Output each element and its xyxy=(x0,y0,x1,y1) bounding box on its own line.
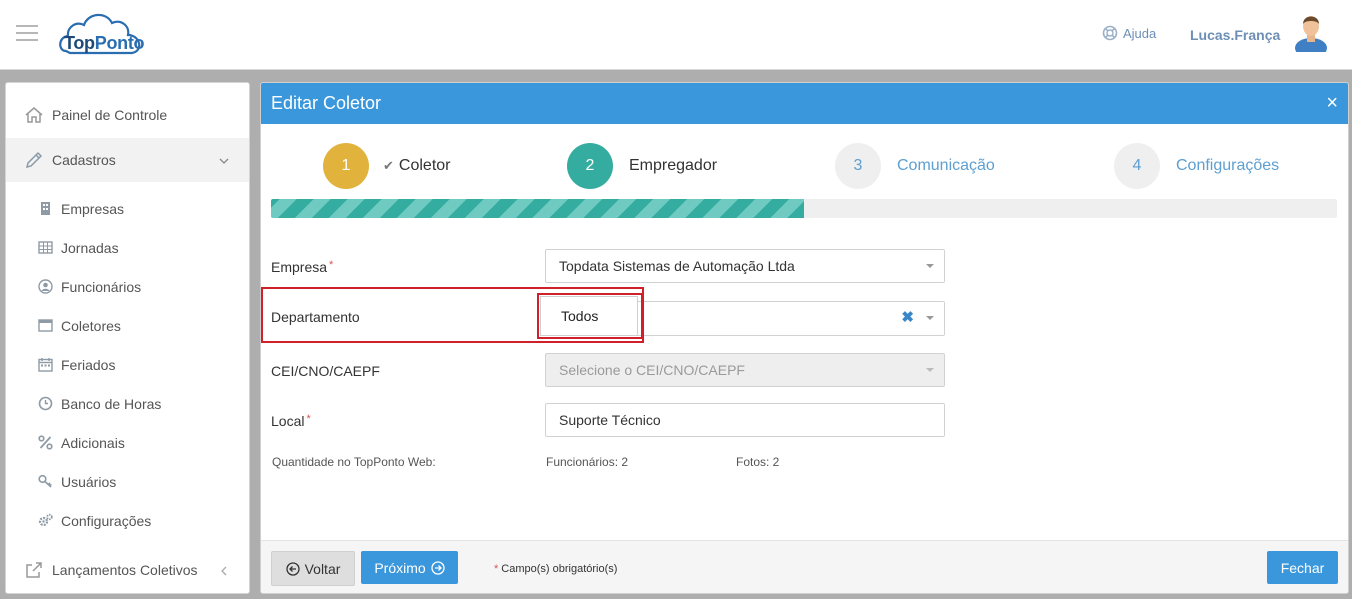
modal-footer: Voltar Próximo * Campo(s) obrigatório(s) … xyxy=(261,540,1348,593)
empresa-value: Topdata Sistemas de Automação Ltda xyxy=(559,258,795,274)
departamento-label: Departamento xyxy=(271,309,360,325)
wizard-progress-bar xyxy=(271,199,1337,218)
sidebar-item-usuarios[interactable]: Usuários xyxy=(6,464,249,500)
close-button[interactable]: Fechar xyxy=(1267,551,1338,584)
sidebar-item-lancamentos-coletivos[interactable]: Lançamentos Coletivos xyxy=(6,548,249,592)
step-label: Comunicação xyxy=(897,157,995,174)
user-circle-icon xyxy=(38,279,53,294)
sidebar-item-label: Lançamentos Coletivos xyxy=(52,562,198,578)
lifebuoy-icon xyxy=(1102,25,1118,41)
step-label: Configurações xyxy=(1176,157,1280,174)
photo-count: Fotos: 2 xyxy=(736,455,780,469)
dropdown-caret-icon xyxy=(926,368,934,372)
required-fields-note: * Campo(s) obrigatório(s) xyxy=(494,563,618,575)
home-icon xyxy=(25,107,43,123)
cei-select[interactable]: Selecione o CEI/CNO/CAEPF xyxy=(545,353,945,387)
gears-icon xyxy=(38,513,53,527)
sidebar-item-label: Empresas xyxy=(61,201,125,217)
step-label: Coletor xyxy=(398,157,451,174)
local-label: Local * xyxy=(271,413,311,429)
step-number: 1 xyxy=(323,143,369,189)
sidebar-item-label: Jornadas xyxy=(61,240,119,256)
employee-count: Funcionários: 2 xyxy=(546,455,629,469)
help-link[interactable]: Ajuda xyxy=(1102,25,1156,41)
sidebar: Painel de Controle Cadastros Empresas Jo… xyxy=(5,82,250,594)
sidebar-item-configuracoes[interactable]: Configurações xyxy=(6,503,249,539)
sidebar-item-banco-de-horas[interactable]: Banco de Horas xyxy=(6,386,249,422)
table-icon xyxy=(38,241,53,254)
sidebar-item-label: Feriados xyxy=(61,357,116,373)
user-avatar-icon[interactable] xyxy=(1293,12,1329,52)
modal-header: Editar Coletor × xyxy=(261,83,1348,124)
edit-collector-modal: Editar Coletor × 1 ✔ Coletor 2 Empregado… xyxy=(260,82,1349,594)
user-name[interactable]: Lucas.França xyxy=(1190,27,1280,43)
departamento-selected-tag[interactable]: Todos xyxy=(540,296,638,336)
key-icon xyxy=(38,474,52,488)
local-value: Suporte Técnico xyxy=(559,412,661,428)
sidebar-item-jornadas[interactable]: Jornadas xyxy=(6,230,249,266)
building-icon xyxy=(41,202,50,215)
close-icon[interactable]: × xyxy=(1326,92,1338,115)
progress-fill xyxy=(271,199,804,218)
step-number: 3 xyxy=(835,143,881,189)
empresa-label: Empresa * xyxy=(271,259,334,275)
sidebar-item-label: Cadastros xyxy=(52,152,116,168)
step-number: 4 xyxy=(1114,143,1160,189)
sidebar-item-label: Coletores xyxy=(61,318,121,334)
sidebar-item-label: Configurações xyxy=(61,513,152,529)
next-button[interactable]: Próximo xyxy=(361,551,458,584)
sidebar-item-feriados[interactable]: Feriados xyxy=(6,347,249,383)
percent-icon xyxy=(38,435,53,450)
sidebar-item-coletores[interactable]: Coletores xyxy=(6,308,249,344)
step-configuracoes[interactable]: 4 Configurações xyxy=(1114,143,1279,189)
sidebar-item-funcionarios[interactable]: Funcionários xyxy=(6,269,249,305)
dropdown-caret-icon xyxy=(926,264,934,268)
quantity-label: Quantidade no TopPonto Web: xyxy=(272,455,436,469)
back-button[interactable]: Voltar xyxy=(271,551,355,586)
step-empregador[interactable]: 2 Empregador xyxy=(567,143,717,189)
dropdown-caret-icon xyxy=(926,316,934,320)
chevron-down-icon xyxy=(219,158,229,164)
empresa-select[interactable]: Topdata Sistemas de Automação Ltda xyxy=(545,249,945,283)
sidebar-item-cadastros[interactable]: Cadastros xyxy=(6,138,249,182)
step-label: Empregador xyxy=(629,157,718,174)
sidebar-item-painel[interactable]: Painel de Controle xyxy=(6,93,249,137)
calendar-icon xyxy=(38,358,53,372)
arrow-right-circle-icon xyxy=(431,560,445,575)
sidebar-item-label: Painel de Controle xyxy=(52,107,168,123)
clock-icon xyxy=(38,396,53,411)
checkmark-icon: ✔ xyxy=(383,158,394,173)
step-comunicacao[interactable]: 3 Comunicação xyxy=(835,143,995,189)
logo-text: TopPonto xyxy=(64,33,145,53)
hamburger-menu-icon[interactable] xyxy=(16,25,38,41)
clear-selection-icon[interactable]: ✖ xyxy=(901,308,914,326)
chevron-left-icon xyxy=(221,566,227,576)
pencil-icon xyxy=(25,151,43,169)
sidebar-item-label: Funcionários xyxy=(61,279,142,295)
arrow-left-circle-icon xyxy=(285,561,300,576)
step-number: 2 xyxy=(567,143,613,189)
modal-title: Editar Coletor xyxy=(271,93,382,113)
sidebar-item-label: Usuários xyxy=(61,474,117,490)
sidebar-item-label: Adicionais xyxy=(61,435,125,451)
sidebar-item-empresas[interactable]: Empresas xyxy=(6,191,249,227)
window-icon xyxy=(38,319,53,332)
sidebar-item-label: Banco de Horas xyxy=(61,396,162,412)
departamento-value: Todos xyxy=(561,308,599,324)
help-label[interactable]: Ajuda xyxy=(1123,26,1156,41)
local-input[interactable]: Suporte Técnico xyxy=(545,403,945,437)
cei-label: CEI/CNO/CAEPF xyxy=(271,363,380,379)
top-bar: TopPonto Ajuda Lucas.França xyxy=(0,0,1352,70)
cei-placeholder: Selecione o CEI/CNO/CAEPF xyxy=(559,362,745,378)
step-coletor[interactable]: 1 ✔ Coletor xyxy=(323,143,450,189)
sidebar-item-adicionais[interactable]: Adicionais xyxy=(6,425,249,461)
share-icon xyxy=(26,562,42,578)
